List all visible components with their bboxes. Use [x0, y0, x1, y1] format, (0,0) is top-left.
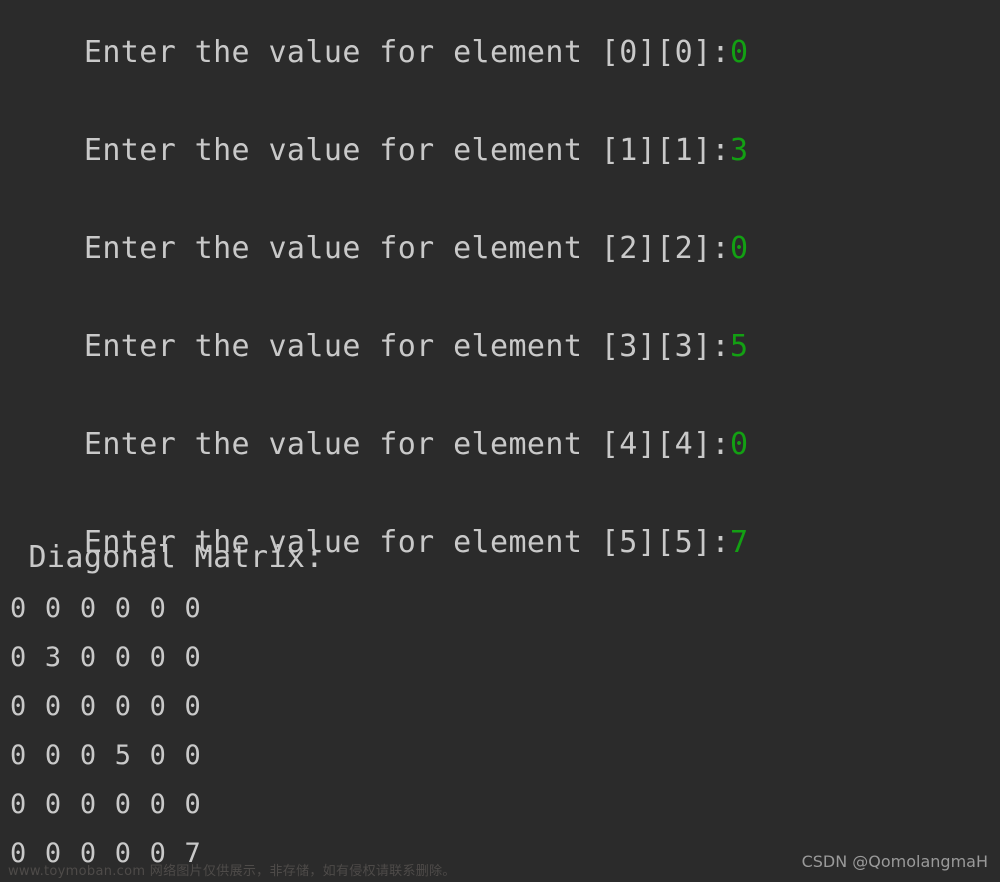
entered-value: 0: [730, 35, 749, 70]
matrix-row: 0 0 0 0 0 0: [10, 691, 203, 722]
matrix-heading: Diagonal Matrix:: [10, 540, 324, 575]
entered-value: 3: [730, 133, 749, 168]
prompt-label: Enter the value for element [3][3]:: [83, 329, 731, 364]
prompt-label: Enter the value for element [4][4]:: [83, 427, 731, 462]
entered-value: 7: [730, 525, 749, 560]
entered-value: 0: [730, 231, 749, 266]
prompt-line: Enter the value for element [1][1]:3: [10, 100, 748, 202]
prompt-line: Enter the value for element [2][2]:0: [10, 198, 748, 300]
entered-value: 5: [730, 329, 749, 364]
prompt-label: Enter the value for element [1][1]:: [83, 133, 731, 168]
prompt-line: Enter the value for element [3][3]:5: [10, 296, 748, 398]
prompt-label: Enter the value for element [2][2]:: [83, 231, 731, 266]
matrix-row: 0 0 0 0 0 0: [10, 789, 203, 820]
site-watermark: www.toymoban.com 网络图片仅供展示，非存储，如有侵权请联系删除。: [8, 864, 456, 879]
prompt-line: Enter the value for element [0][0]:0: [10, 2, 748, 104]
terminal-output-pane: Enter the value for element [0][0]:0 Ent…: [0, 0, 1000, 882]
prompt-label: Enter the value for element [0][0]:: [83, 35, 731, 70]
entered-value: 0: [730, 427, 749, 462]
matrix-row: 0 0 0 5 0 0: [10, 740, 203, 771]
matrix-row: 0 3 0 0 0 0: [10, 642, 203, 673]
author-watermark: CSDN @QomolangmaH: [801, 852, 988, 871]
prompt-line: Enter the value for element [4][4]:0: [10, 394, 748, 496]
matrix-row: 0 0 0 0 0 0: [10, 593, 203, 624]
